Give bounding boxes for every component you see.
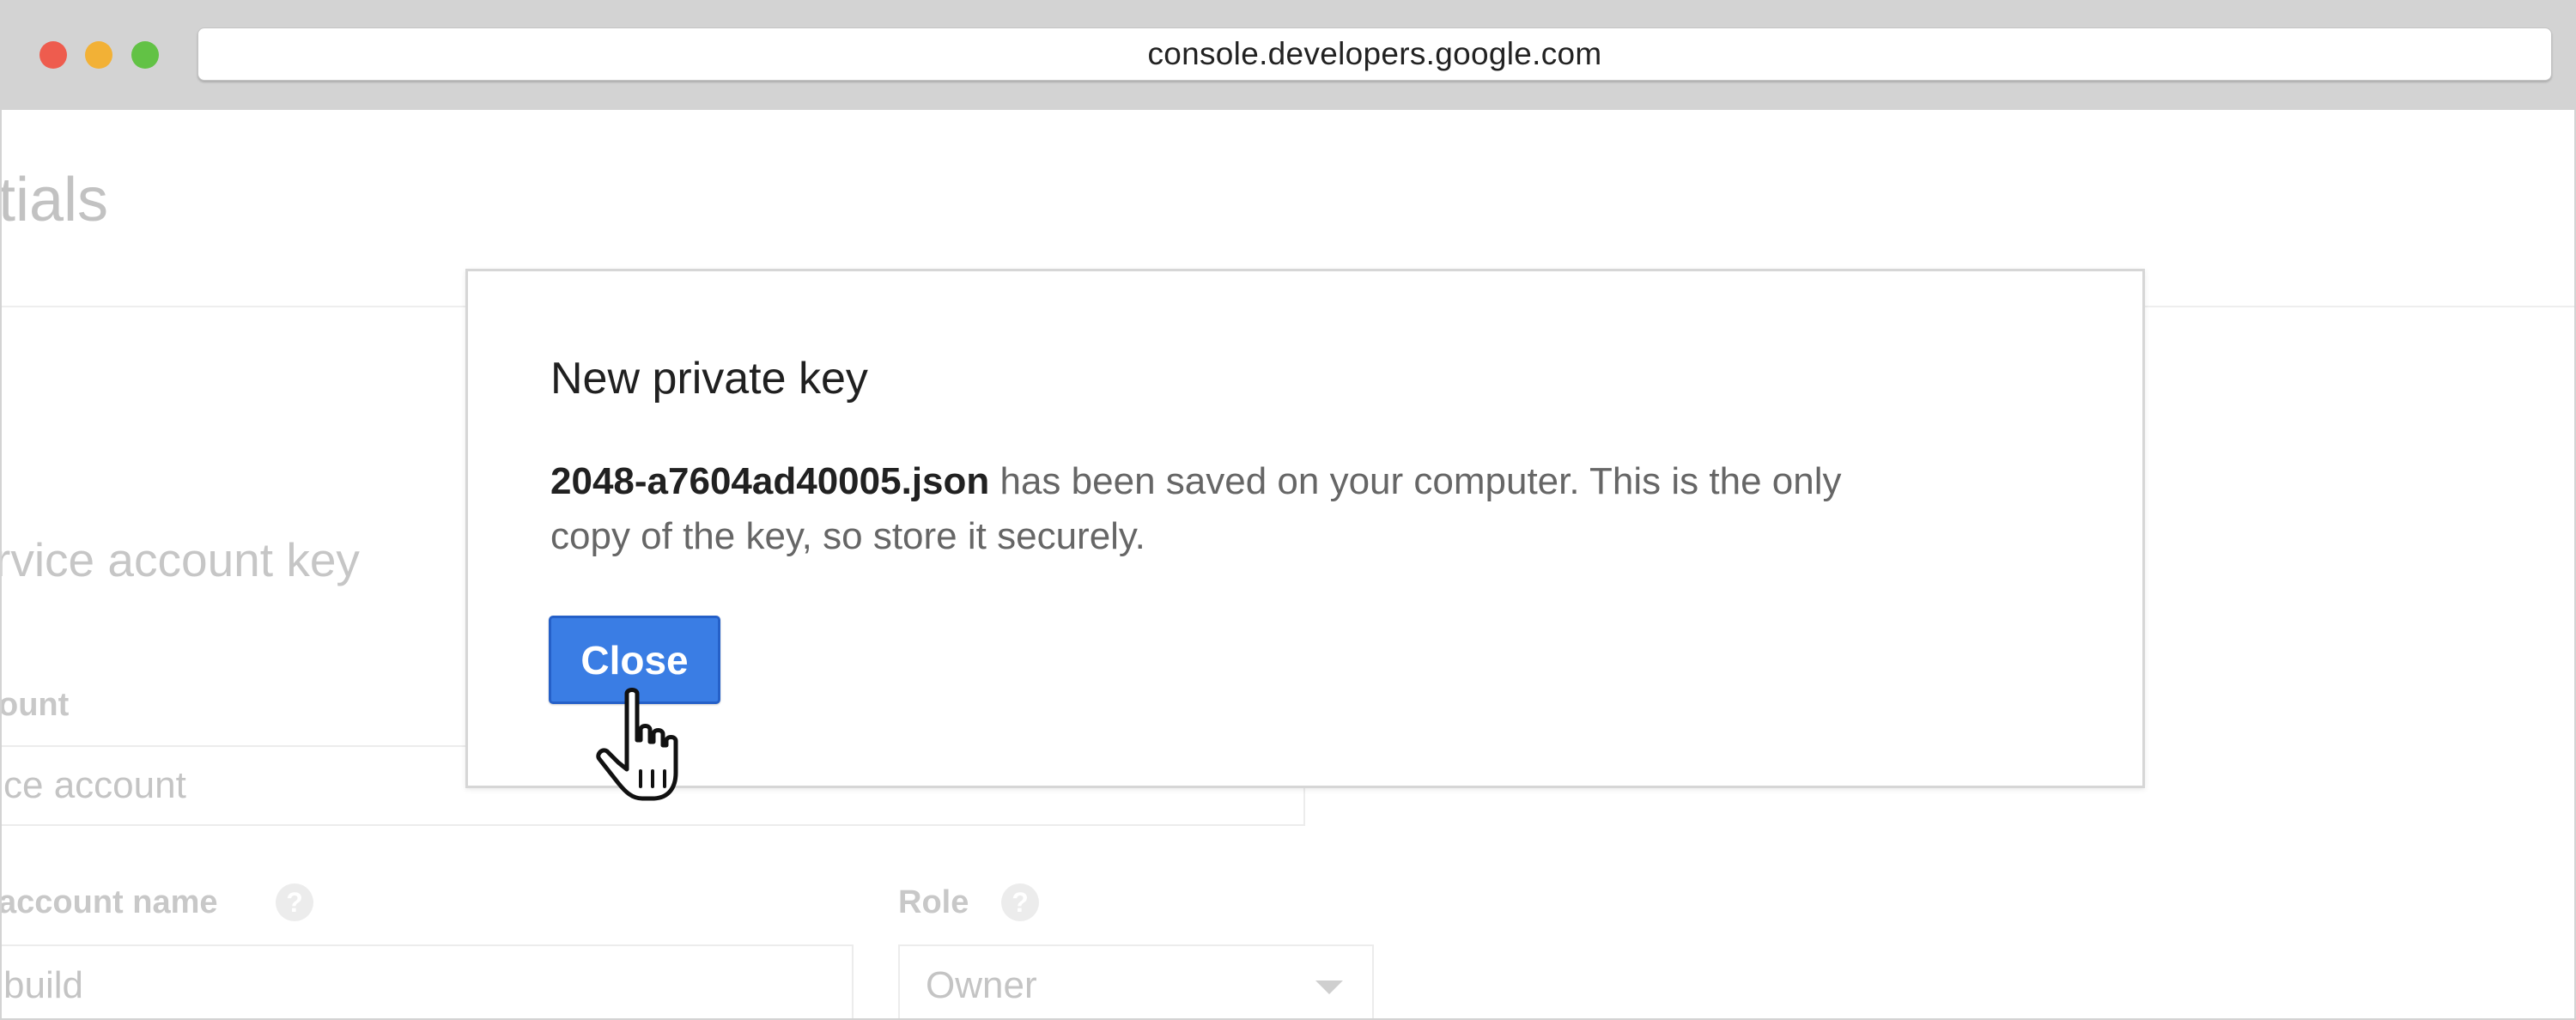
service-account-label: ount xyxy=(0,687,70,723)
help-icon[interactable]: ? xyxy=(276,883,313,921)
page-title: tials xyxy=(0,166,109,234)
role-value: Owner xyxy=(926,964,1037,1006)
dialog-message: 2048-a7604ad40005.json has been saved on… xyxy=(550,454,2027,564)
key-filename: 2048-a7604ad40005.json xyxy=(550,460,990,502)
account-name-input[interactable]: build xyxy=(2,944,854,1018)
account-name-value: build xyxy=(3,964,83,1006)
role-select[interactable]: Owner xyxy=(898,944,1374,1018)
role-label: Role xyxy=(898,884,969,920)
browser-window: console.developers.google.com tials rvic… xyxy=(0,0,2576,1020)
dialog-message-line1: has been saved on your computer. This is… xyxy=(989,460,1842,502)
pointer-hand-icon xyxy=(596,688,678,801)
new-private-key-dialog: New private key 2048-a7604ad40005.json h… xyxy=(465,269,2145,788)
minimize-window-button[interactable] xyxy=(85,41,112,69)
chevron-down-icon xyxy=(1315,981,1343,994)
section-title: rvice account key xyxy=(0,533,360,586)
dialog-message-line2: copy of the key, so store it securely. xyxy=(550,515,1145,557)
close-window-button[interactable] xyxy=(39,41,67,69)
browser-toolbar: console.developers.google.com xyxy=(2,0,2574,110)
address-bar[interactable]: console.developers.google.com xyxy=(197,27,2552,81)
dialog-title: New private key xyxy=(550,354,868,404)
help-icon[interactable]: ? xyxy=(1001,883,1039,921)
service-account-value: ce account xyxy=(3,764,186,806)
zoom-window-button[interactable] xyxy=(131,41,159,69)
account-name-label: account name xyxy=(0,884,218,920)
